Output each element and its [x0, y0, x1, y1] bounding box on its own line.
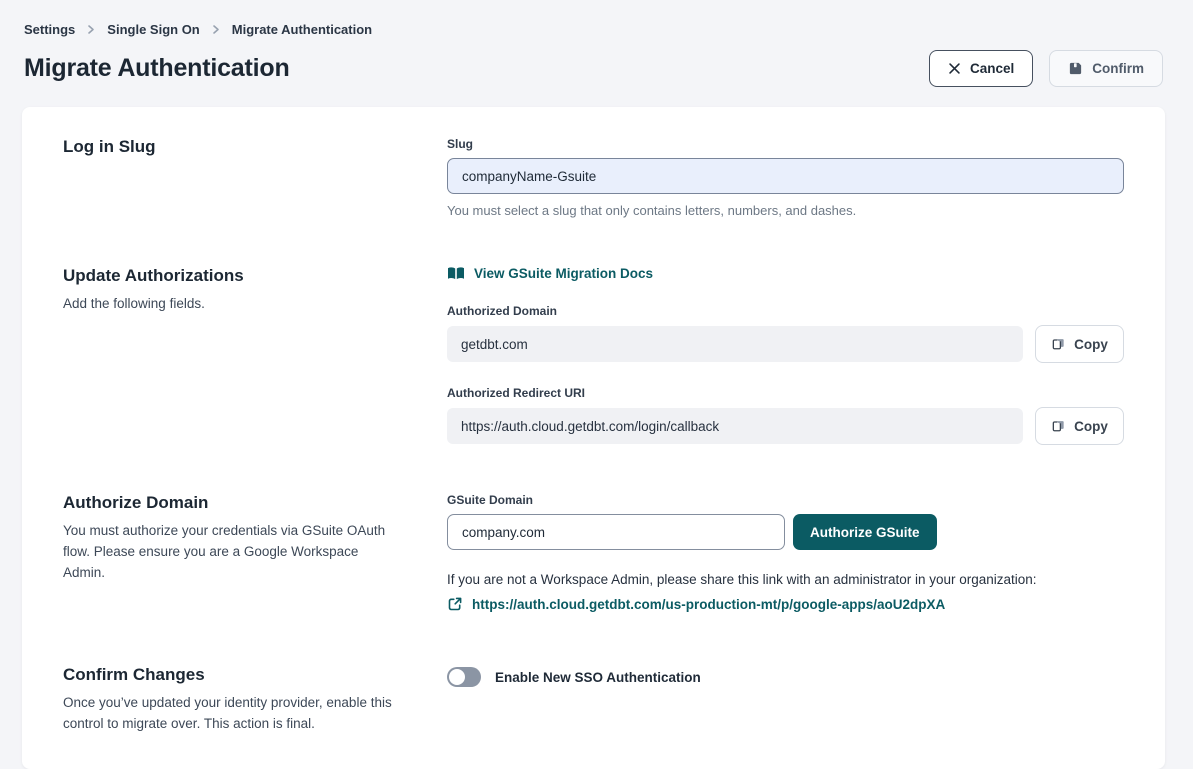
copy-icon	[1051, 337, 1066, 352]
authorized-domain-value: getdbt.com	[447, 326, 1023, 362]
authorized-domain-label: Authorized Domain	[447, 304, 1124, 318]
slug-input[interactable]	[447, 158, 1124, 194]
x-icon	[948, 62, 961, 75]
gsuite-migration-docs-link[interactable]: View GSuite Migration Docs	[447, 266, 653, 281]
section-authorize-domain: Authorize Domain You must authorize your…	[63, 493, 1124, 617]
cancel-button-label: Cancel	[970, 61, 1014, 76]
enable-sso-toggle-label: Enable New SSO Authentication	[495, 670, 701, 685]
admin-share-link[interactable]: https://auth.cloud.getdbt.com/us-product…	[447, 596, 945, 612]
redirect-uri-value: https://auth.cloud.getdbt.com/login/call…	[447, 408, 1023, 444]
gsuite-domain-input[interactable]	[447, 514, 785, 550]
update-authorizations-heading: Update Authorizations	[63, 266, 407, 286]
breadcrumb-item-settings[interactable]: Settings	[24, 22, 75, 37]
gsuite-migration-docs-link-label: View GSuite Migration Docs	[474, 266, 653, 281]
settings-card: Log in Slug Slug You must select a slug …	[22, 107, 1165, 769]
enable-sso-toggle[interactable]	[447, 667, 481, 687]
redirect-uri-label: Authorized Redirect URI	[447, 386, 1124, 400]
section-update-authorizations: Update Authorizations Add the following …	[63, 266, 1124, 445]
authorize-domain-heading: Authorize Domain	[63, 493, 407, 513]
confirm-button-label: Confirm	[1092, 61, 1144, 76]
chevron-right-icon	[86, 24, 96, 35]
update-authorizations-description: Add the following fields.	[63, 294, 395, 315]
external-link-icon	[447, 596, 463, 612]
chevron-right-icon	[211, 24, 221, 35]
confirm-changes-heading: Confirm Changes	[63, 665, 407, 685]
copy-authorized-domain-button[interactable]: Copy	[1035, 325, 1124, 363]
copy-redirect-uri-button[interactable]: Copy	[1035, 407, 1124, 445]
toggle-knob	[449, 669, 465, 685]
authorize-gsuite-button[interactable]: Authorize GSuite	[793, 514, 937, 550]
breadcrumb-item-single-sign-on[interactable]: Single Sign On	[107, 22, 199, 37]
slug-help-text: You must select a slug that only contain…	[447, 203, 1124, 218]
authorize-domain-description: You must authorize your credentials via …	[63, 521, 395, 584]
section-login-slug: Log in Slug Slug You must select a slug …	[63, 137, 1124, 218]
breadcrumb-item-current: Migrate Authentication	[232, 22, 372, 37]
slug-label: Slug	[447, 137, 1124, 151]
confirm-button[interactable]: Confirm	[1049, 50, 1163, 87]
page-title: Migrate Authentication	[24, 54, 290, 83]
cancel-button[interactable]: Cancel	[929, 50, 1033, 87]
book-icon	[447, 266, 465, 281]
save-icon	[1068, 61, 1083, 76]
header-actions: Cancel Confirm	[929, 50, 1163, 87]
copy-button-label: Copy	[1074, 337, 1108, 352]
admin-share-link-label: https://auth.cloud.getdbt.com/us-product…	[472, 597, 945, 612]
page-header: Settings Single Sign On Migrate Authenti…	[0, 0, 1193, 87]
breadcrumb: Settings Single Sign On Migrate Authenti…	[24, 22, 1163, 37]
confirm-changes-description: Once you’ve updated your identity provid…	[63, 693, 395, 735]
copy-icon	[1051, 419, 1066, 434]
section-confirm-changes: Confirm Changes Once you’ve updated your…	[63, 665, 1124, 735]
copy-button-label: Copy	[1074, 419, 1108, 434]
gsuite-domain-label: GSuite Domain	[447, 493, 1124, 507]
login-slug-heading: Log in Slug	[63, 137, 407, 157]
workspace-admin-note: If you are not a Workspace Admin, please…	[447, 572, 1124, 587]
